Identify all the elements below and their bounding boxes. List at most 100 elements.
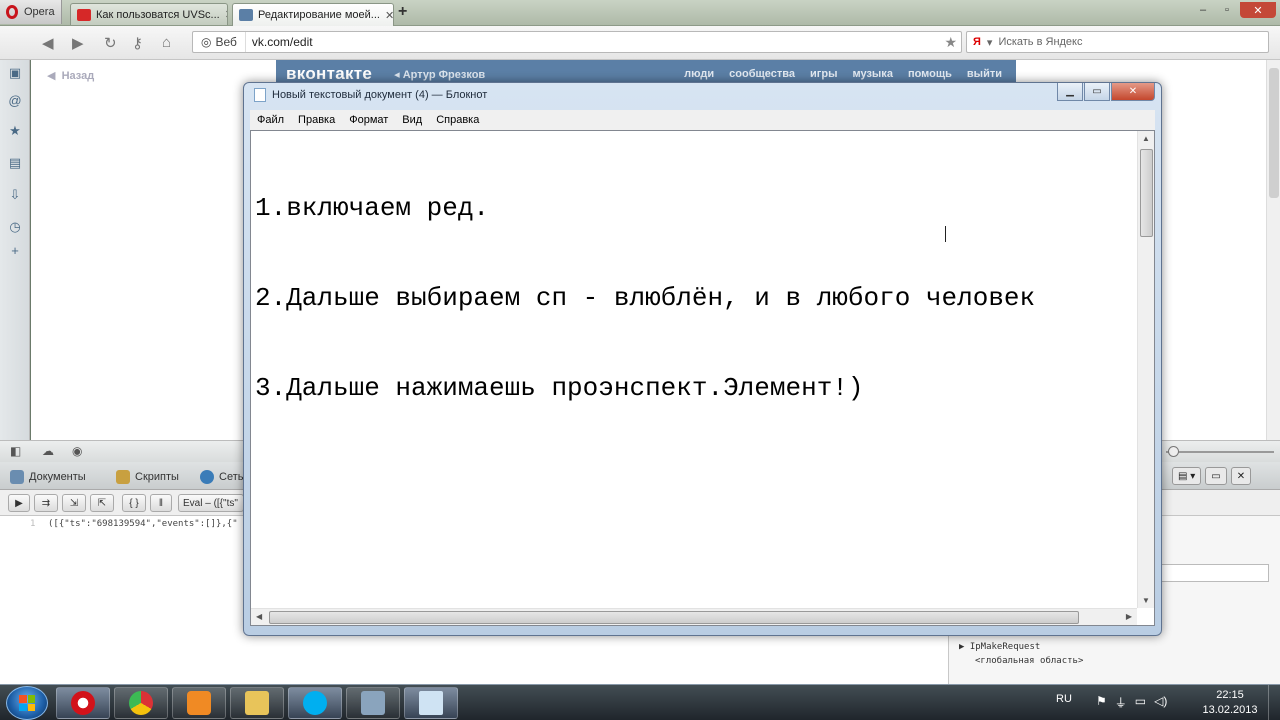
add-panel-icon[interactable]: +	[8, 244, 22, 258]
pretty-print-icon[interactable]: { }	[122, 494, 146, 512]
taskbar-control-panel[interactable]	[346, 687, 400, 719]
vk-user-name[interactable]: ◂ Артур Фрезков	[394, 68, 485, 81]
turbo-icon[interactable]: ☁	[42, 444, 54, 458]
bookmarks-icon[interactable]: ★	[8, 124, 22, 138]
vk-nav-logout[interactable]: выйти	[967, 68, 1002, 80]
page-scrollbar-thumb[interactable]	[1269, 68, 1279, 198]
security-badge-label: Веб	[215, 35, 237, 49]
vk-nav-games[interactable]: игры	[810, 68, 837, 80]
bookmark-star-icon[interactable]: ★	[944, 34, 957, 51]
zoom-slider[interactable]	[1166, 446, 1274, 457]
minimize-button[interactable]: –	[1192, 2, 1214, 18]
flag-icon[interactable]: ⚑	[1096, 694, 1107, 711]
scroll-left-icon[interactable]: ◀	[256, 612, 262, 621]
tab-scripts[interactable]: Скрипты	[116, 467, 179, 487]
search-dropdown-icon[interactable]: ▾	[987, 36, 993, 49]
tab-documents-label: Документы	[29, 471, 86, 483]
vk-user-label: Артур Фрезков	[402, 68, 486, 81]
taskbar-chrome[interactable]	[114, 687, 168, 719]
downloads-icon[interactable]: ⇩	[8, 188, 22, 202]
vk-nav-people[interactable]: люди	[684, 68, 714, 80]
usb-icon[interactable]: ⏚	[1115, 694, 1127, 711]
notepad-minimize-button[interactable]: ▁	[1057, 83, 1083, 101]
page-scrollbar[interactable]	[1266, 60, 1280, 440]
notepad-close-button[interactable]: ✕	[1111, 83, 1155, 101]
step-into-icon[interactable]: ⇲	[62, 494, 86, 512]
skype-icon	[303, 691, 327, 715]
step-out-icon[interactable]: ⇱	[90, 494, 114, 512]
menu-edit[interactable]: Правка	[298, 114, 335, 126]
forward-icon[interactable]: ▶	[72, 34, 84, 52]
start-button[interactable]	[6, 686, 48, 720]
back-link[interactable]: ◀ Назад	[47, 69, 94, 82]
taskbar-media-player[interactable]	[172, 687, 226, 719]
opera-menu-button[interactable]: Opera	[0, 0, 62, 24]
panel-toggle-icon[interactable]: ◧	[10, 444, 21, 458]
script-selector[interactable]: Eval – ([{"ts"	[178, 494, 244, 512]
scroll-down-icon[interactable]: ▼	[1142, 596, 1150, 605]
notepad-window-controls: ▁ ▭ ✕	[1057, 83, 1155, 101]
folder-icon	[245, 691, 269, 715]
new-tab-button[interactable]: +	[398, 3, 407, 21]
tab-label: Как пользоватся UVSc...	[96, 8, 220, 21]
search-field[interactable]: Я ▾ Искать в Яндекс	[966, 31, 1269, 53]
notepad-vertical-scrollbar[interactable]: ▲ ▼	[1137, 131, 1154, 608]
tab-uvscreen[interactable]: Как пользоватся UVSc... ✕	[70, 3, 228, 25]
menu-file[interactable]: Файл	[257, 114, 284, 126]
close-window-button[interactable]: ✕	[1240, 2, 1276, 18]
taskbar-skype[interactable]	[288, 687, 342, 719]
vk-nav-music[interactable]: музыка	[852, 68, 892, 80]
continue-icon[interactable]: ▶	[8, 494, 30, 512]
url-text[interactable]: vk.com/edit	[246, 35, 313, 49]
notepad-horizontal-scrollbar[interactable]: ◀ ▶	[251, 608, 1137, 625]
history-icon[interactable]: ◷	[8, 220, 22, 234]
vk-logo[interactable]: вконтакте	[286, 64, 372, 84]
menu-view[interactable]: Вид	[402, 114, 422, 126]
script-code: ([{"ts":"698139594","events":[]},{"	[48, 519, 238, 529]
volume-icon[interactable]: ◁)	[1154, 694, 1167, 711]
call-stack-frame[interactable]: ▶ IpMakeRequest	[959, 640, 1083, 654]
dock-menu-button[interactable]: ▤ ▾	[1172, 467, 1202, 485]
speed-dial-icon[interactable]: ▣	[8, 66, 22, 80]
notes-icon[interactable]: ▤	[8, 156, 22, 170]
scroll-right-icon[interactable]: ▶	[1126, 612, 1132, 621]
menu-format[interactable]: Формат	[349, 114, 388, 126]
show-desktop-button[interactable]	[1268, 685, 1280, 720]
step-over-icon[interactable]: ⇉	[34, 494, 58, 512]
maximize-button[interactable]: ▫	[1216, 2, 1238, 18]
close-devtools-button[interactable]: ✕	[1230, 467, 1252, 485]
language-indicator[interactable]: RU	[1056, 693, 1072, 705]
vk-nav-help[interactable]: помощь	[908, 68, 952, 80]
close-tab-icon[interactable]: ✕	[225, 8, 227, 21]
reload-icon[interactable]: ↻	[104, 34, 117, 52]
key-icon[interactable]: ⚷	[132, 34, 143, 52]
undock-button[interactable]: ▭	[1205, 467, 1227, 485]
pause-exceptions-icon[interactable]: ‖	[150, 494, 172, 512]
tab-network[interactable]: Сеть	[200, 467, 243, 487]
tab-vk-edit[interactable]: Редактирование моей... ✕	[232, 3, 394, 26]
zoom-slider-handle[interactable]	[1168, 446, 1179, 457]
vk-nav-communities[interactable]: сообщества	[729, 68, 795, 80]
address-field[interactable]: ◎ Веб vk.com/edit ★	[192, 31, 962, 53]
call-stack-frame[interactable]: <глобальная область>	[959, 654, 1083, 668]
security-badge[interactable]: ◎ Веб	[193, 32, 246, 52]
menu-help[interactable]: Справка	[436, 114, 479, 126]
notepad-maximize-button[interactable]: ▭	[1084, 83, 1110, 101]
network-tray-icon[interactable]: ▭	[1135, 694, 1146, 711]
clock[interactable]: 22:15 13.02.2013	[1200, 688, 1260, 718]
close-tab-icon[interactable]: ✕	[385, 9, 393, 22]
tab-documents[interactable]: Документы	[10, 467, 86, 487]
mail-icon[interactable]: @	[8, 94, 22, 108]
notepad-text-area[interactable]: 1.включаем ред. 2.Дальше выбираем сп - в…	[250, 130, 1155, 626]
back-icon[interactable]: ◀	[42, 34, 54, 52]
notepad-title-bar[interactable]: Новый текстовый документ (4) — Блокнот	[254, 88, 487, 102]
taskbar-notepad[interactable]	[404, 687, 458, 719]
speed-icon[interactable]: ◉	[72, 444, 82, 458]
taskbar-explorer[interactable]	[230, 687, 284, 719]
notepad-vertical-thumb[interactable]	[1140, 149, 1153, 237]
scroll-up-icon[interactable]: ▲	[1142, 134, 1150, 143]
taskbar-opera[interactable]	[56, 687, 110, 719]
notepad-horizontal-thumb[interactable]	[269, 611, 1079, 624]
notepad-text[interactable]: 1.включаем ред. 2.Дальше выбираем сп - в…	[255, 133, 1035, 463]
home-icon[interactable]: ⌂	[162, 34, 171, 51]
